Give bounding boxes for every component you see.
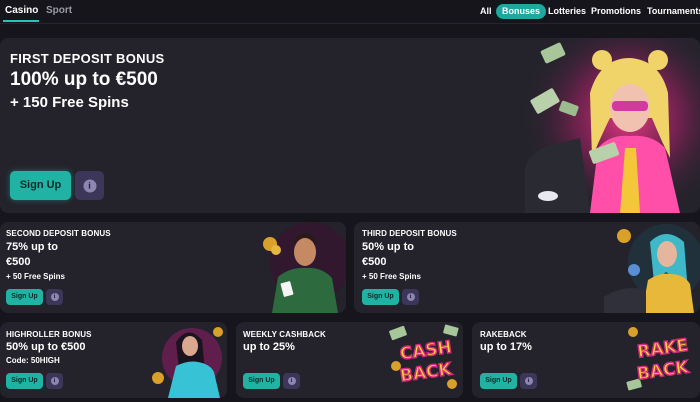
info-button[interactable]: i — [283, 373, 300, 389]
card-title: WEEKLY CASHBACK — [243, 330, 326, 339]
signup-button[interactable]: Sign Up — [243, 373, 280, 389]
info-icon: i — [50, 377, 59, 385]
hero-info-button[interactable]: i — [75, 171, 104, 200]
man-with-cards-illustration — [250, 222, 346, 313]
tab-sport[interactable]: Sport — [46, 5, 72, 16]
signup-button[interactable]: Sign Up — [480, 373, 517, 389]
rakeback-card: RAKEBACK up to 17% Sign Up i RAKE BACK — [472, 322, 700, 398]
card-offer-line-1: up to 17% — [480, 341, 532, 353]
filter-tournaments[interactable]: Tournaments — [647, 4, 700, 19]
signup-button[interactable]: Sign Up — [362, 289, 399, 305]
info-icon: i — [524, 377, 533, 385]
cashback-logo-illustration: CASH BACK — [386, 322, 463, 398]
hero-title: 100% up to €500 — [10, 69, 158, 90]
third-deposit-card: THIRD DEPOSIT BONUS 50% up to €500 + 50 … — [354, 222, 700, 313]
promotions-page: Casino Sport All Bonuses Lotteries Promo… — [0, 0, 700, 402]
woman-with-chips-illustration — [604, 222, 700, 313]
hero-signup-button[interactable]: Sign Up — [10, 171, 71, 200]
active-tab-indicator — [3, 20, 39, 22]
filter-all[interactable]: All — [480, 4, 492, 19]
info-button[interactable]: i — [402, 289, 419, 305]
card-offer-line-1: 50% up to €500 — [6, 341, 86, 353]
weekly-cashback-card: WEEKLY CASHBACK up to 25% Sign Up i CASH… — [236, 322, 463, 398]
info-button[interactable]: i — [46, 373, 63, 389]
card-free-spins: + 50 Free Spins — [6, 272, 65, 281]
card-offer-line-1: 50% up to — [362, 241, 414, 253]
hero-free-spins: + 150 Free Spins — [10, 94, 129, 111]
card-promo-code: Code: 50HIGH — [6, 356, 60, 365]
first-deposit-hero: FIRST DEPOSIT BONUS 100% up to €500 + 15… — [0, 38, 700, 213]
filter-bonuses[interactable]: Bonuses — [496, 4, 547, 19]
card-title: SECOND DEPOSIT BONUS — [6, 229, 111, 238]
filter-lotteries[interactable]: Lotteries — [548, 4, 586, 19]
signup-button[interactable]: Sign Up — [6, 373, 43, 389]
card-free-spins: + 50 Free Spins — [362, 272, 421, 281]
card-title: HIGHROLLER BONUS — [6, 330, 92, 339]
second-deposit-card: SECOND DEPOSIT BONUS 75% up to €500 + 50… — [0, 222, 346, 313]
highroller-card: HIGHROLLER BONUS 50% up to €500 Code: 50… — [0, 322, 227, 398]
tab-casino[interactable]: Casino — [5, 5, 38, 16]
info-button[interactable]: i — [520, 373, 537, 389]
card-offer-line-1: up to 25% — [243, 341, 295, 353]
card-title: RAKEBACK — [480, 330, 527, 339]
hero-character-illustration — [520, 38, 700, 213]
card-title: THIRD DEPOSIT BONUS — [362, 229, 457, 238]
filter-promotions[interactable]: Promotions — [591, 4, 641, 19]
info-icon: i — [50, 293, 59, 301]
top-navigation: Casino Sport All Bonuses Lotteries Promo… — [0, 0, 700, 24]
info-icon: i — [406, 293, 415, 301]
highroller-woman-illustration — [150, 322, 227, 398]
hero-subtitle: FIRST DEPOSIT BONUS — [10, 51, 165, 66]
rakeback-logo-illustration: RAKE BACK — [623, 322, 700, 398]
signup-button[interactable]: Sign Up — [6, 289, 43, 305]
info-icon: i — [287, 377, 296, 385]
card-offer-line-2: €500 — [6, 256, 31, 268]
card-offer-line-1: 75% up to — [6, 241, 58, 253]
info-icon: i — [83, 179, 96, 192]
info-button[interactable]: i — [46, 289, 63, 305]
card-offer-line-2: €500 — [362, 256, 387, 268]
